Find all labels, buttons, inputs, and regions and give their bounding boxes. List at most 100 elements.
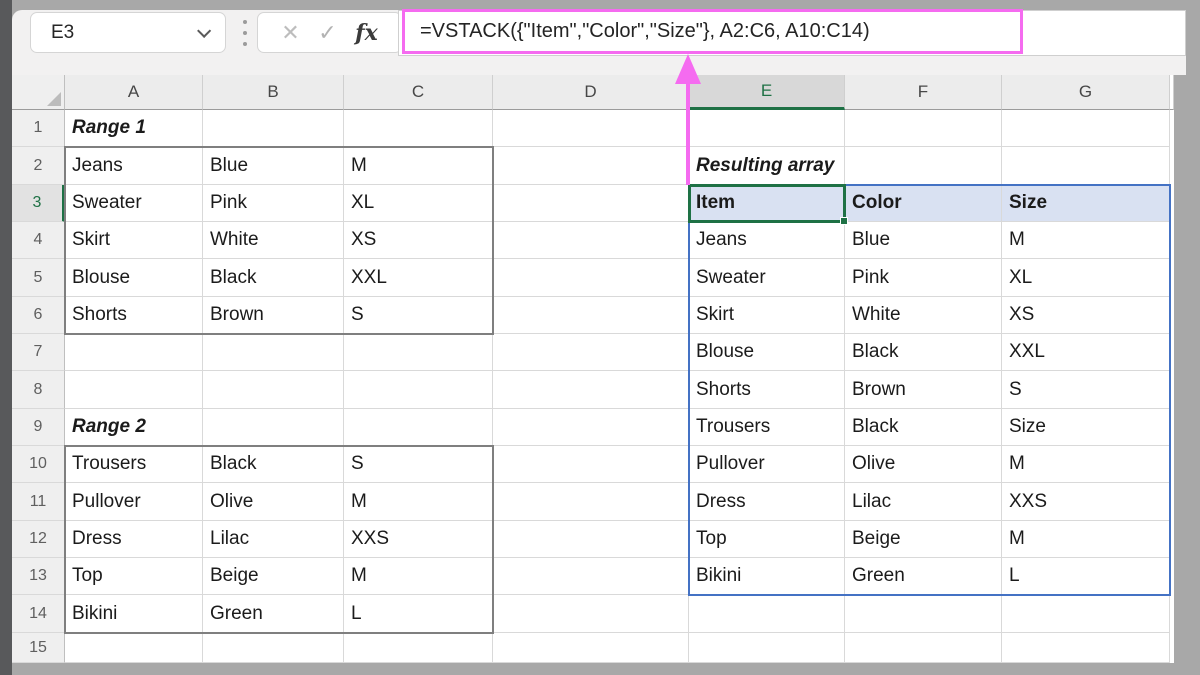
- cell-D8[interactable]: [493, 371, 689, 409]
- row-header-12[interactable]: 12: [12, 521, 65, 558]
- cell-G12[interactable]: M: [1002, 521, 1170, 558]
- cell-G10[interactable]: M: [1002, 446, 1170, 483]
- cell-F11[interactable]: Lilac: [845, 483, 1002, 521]
- cell-A10[interactable]: Trousers: [65, 446, 203, 483]
- cell-G2[interactable]: [1002, 147, 1170, 185]
- cell-D9[interactable]: [493, 409, 689, 446]
- cell-C3[interactable]: XL: [344, 185, 493, 222]
- cell-D5[interactable]: [493, 259, 689, 297]
- cell-D12[interactable]: [493, 521, 689, 558]
- row-header-13[interactable]: 13: [12, 558, 65, 595]
- cell-G7[interactable]: XXL: [1002, 334, 1170, 371]
- cell-D14[interactable]: [493, 595, 689, 633]
- cell-B6[interactable]: Brown: [203, 297, 344, 334]
- cell-B11[interactable]: Olive: [203, 483, 344, 521]
- cell-D1[interactable]: [493, 110, 689, 147]
- cell-G11[interactable]: XXS: [1002, 483, 1170, 521]
- cell-E1[interactable]: [689, 110, 845, 147]
- cell-D7[interactable]: [493, 334, 689, 371]
- name-box[interactable]: E3: [30, 12, 226, 53]
- chevron-down-icon[interactable]: [197, 23, 211, 37]
- cell-E7[interactable]: Blouse: [689, 334, 845, 371]
- cell-F10[interactable]: Olive: [845, 446, 1002, 483]
- row-header-2[interactable]: 2: [12, 147, 65, 185]
- cell-A7[interactable]: [65, 334, 203, 371]
- cell-D13[interactable]: [493, 558, 689, 595]
- cell-C13[interactable]: M: [344, 558, 493, 595]
- cell-D6[interactable]: [493, 297, 689, 334]
- cell-F5[interactable]: Pink: [845, 259, 1002, 297]
- row-header-11[interactable]: 11: [12, 483, 65, 521]
- cell-G13[interactable]: L: [1002, 558, 1170, 595]
- cell-B1[interactable]: [203, 110, 344, 147]
- cell-A9[interactable]: Range 2: [65, 409, 203, 446]
- cell-A5[interactable]: Blouse: [65, 259, 203, 297]
- cell-C6[interactable]: S: [344, 297, 493, 334]
- cell-G1[interactable]: [1002, 110, 1170, 147]
- formula-text[interactable]: =VSTACK({"Item","Color","Size"}, A2:C6, …: [420, 20, 870, 43]
- cell-B12[interactable]: Lilac: [203, 521, 344, 558]
- column-header-B[interactable]: B: [203, 75, 344, 110]
- cell-B10[interactable]: Black: [203, 446, 344, 483]
- enter-icon[interactable]: ✓: [318, 20, 336, 46]
- cell-E4[interactable]: Jeans: [689, 222, 845, 259]
- cell-F9[interactable]: Black: [845, 409, 1002, 446]
- cell-C12[interactable]: XXS: [344, 521, 493, 558]
- row-header-15[interactable]: 15: [12, 633, 65, 663]
- cell-B2[interactable]: Blue: [203, 147, 344, 185]
- cell-A4[interactable]: Skirt: [65, 222, 203, 259]
- insert-function-fx-icon[interactable]: fx: [355, 20, 378, 46]
- cell-A8[interactable]: [65, 371, 203, 409]
- cell-G3[interactable]: Size: [1002, 185, 1170, 222]
- cell-C7[interactable]: [344, 334, 493, 371]
- cell-F7[interactable]: Black: [845, 334, 1002, 371]
- cell-C8[interactable]: [344, 371, 493, 409]
- row-header-5[interactable]: 5: [12, 259, 65, 297]
- select-all-corner[interactable]: [12, 75, 65, 110]
- cell-C2[interactable]: M: [344, 147, 493, 185]
- cell-D3[interactable]: [493, 185, 689, 222]
- cell-A3[interactable]: Sweater: [65, 185, 203, 222]
- row-header-7[interactable]: 7: [12, 334, 65, 371]
- cell-G9[interactable]: Size: [1002, 409, 1170, 446]
- cell-A1[interactable]: Range 1: [65, 110, 203, 147]
- cell-G4[interactable]: M: [1002, 222, 1170, 259]
- cell-B3[interactable]: Pink: [203, 185, 344, 222]
- cell-C1[interactable]: [344, 110, 493, 147]
- cell-E14[interactable]: [689, 595, 845, 633]
- cell-G15[interactable]: [1002, 633, 1170, 663]
- row-header-14[interactable]: 14: [12, 595, 65, 633]
- cell-C10[interactable]: S: [344, 446, 493, 483]
- cell-D15[interactable]: [493, 633, 689, 663]
- cell-E9[interactable]: Trousers: [689, 409, 845, 446]
- cell-C9[interactable]: [344, 409, 493, 446]
- cell-E11[interactable]: Dress: [689, 483, 845, 521]
- cell-C5[interactable]: XXL: [344, 259, 493, 297]
- cell-B5[interactable]: Black: [203, 259, 344, 297]
- cell-A14[interactable]: Bikini: [65, 595, 203, 633]
- cell-B4[interactable]: White: [203, 222, 344, 259]
- cell-E6[interactable]: Skirt: [689, 297, 845, 334]
- cell-F13[interactable]: Green: [845, 558, 1002, 595]
- cell-B14[interactable]: Green: [203, 595, 344, 633]
- column-header-C[interactable]: C: [344, 75, 493, 110]
- cell-E5[interactable]: Sweater: [689, 259, 845, 297]
- cell-G5[interactable]: XL: [1002, 259, 1170, 297]
- column-header-F[interactable]: F: [845, 75, 1002, 110]
- cell-E15[interactable]: [689, 633, 845, 663]
- cell-F1[interactable]: [845, 110, 1002, 147]
- cell-A15[interactable]: [65, 633, 203, 663]
- cell-F14[interactable]: [845, 595, 1002, 633]
- cell-E3[interactable]: Item: [689, 185, 845, 222]
- row-header-3[interactable]: 3: [12, 185, 65, 222]
- cell-E2[interactable]: Resulting array: [689, 147, 845, 185]
- row-header-4[interactable]: 4: [12, 222, 65, 259]
- cell-B7[interactable]: [203, 334, 344, 371]
- cell-A12[interactable]: Dress: [65, 521, 203, 558]
- cell-B15[interactable]: [203, 633, 344, 663]
- column-header-E[interactable]: E: [689, 75, 845, 110]
- cell-G6[interactable]: XS: [1002, 297, 1170, 334]
- cell-D4[interactable]: [493, 222, 689, 259]
- cell-B8[interactable]: [203, 371, 344, 409]
- cell-C15[interactable]: [344, 633, 493, 663]
